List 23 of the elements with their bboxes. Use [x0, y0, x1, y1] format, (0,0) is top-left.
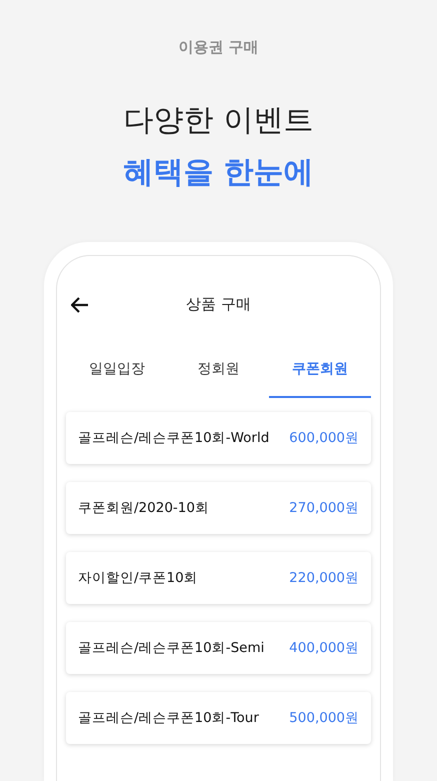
tab[interactable]: 정회원: [168, 352, 270, 398]
product-price: 600,000원: [289, 429, 359, 447]
product-name: 자이할인/쿠폰10회: [78, 569, 198, 587]
back-arrow-icon[interactable]: [71, 297, 89, 313]
tab[interactable]: 쿠폰회원: [269, 352, 372, 398]
screen-title: 상품 구매: [186, 294, 251, 314]
headline-highlight: 혜택을 한눈에: [123, 154, 314, 192]
product-name: 골프레슨/레슨쿠폰10회-World: [78, 429, 270, 447]
product-name: 골프레슨/레슨쿠폰10회-Semi: [78, 639, 264, 657]
product-card[interactable]: 자이할인/쿠폰10회 220,000원: [66, 552, 371, 604]
page-caption: 이용권 구매: [178, 38, 259, 57]
tab[interactable]: 일일입장: [66, 352, 168, 398]
product-card[interactable]: 골프레슨/레슨쿠폰10회-Tour 500,000원: [66, 692, 371, 744]
product-name: 쿠폰회원/2020-10회: [78, 499, 209, 517]
product-price: 400,000원: [289, 639, 359, 657]
product-card[interactable]: 골프레슨/레슨쿠폰10회-Semi 400,000원: [66, 622, 371, 674]
product-price: 500,000원: [289, 709, 359, 727]
headline: 다양한 이벤트: [124, 102, 314, 140]
product-price: 220,000원: [289, 569, 359, 587]
product-name: 골프레슨/레슨쿠폰10회-Tour: [78, 709, 259, 727]
product-card[interactable]: 쿠폰회원/2020-10회 270,000원: [66, 482, 371, 534]
product-card[interactable]: 골프레슨/레슨쿠폰10회-World 600,000원: [66, 412, 371, 464]
product-price: 270,000원: [289, 499, 359, 517]
